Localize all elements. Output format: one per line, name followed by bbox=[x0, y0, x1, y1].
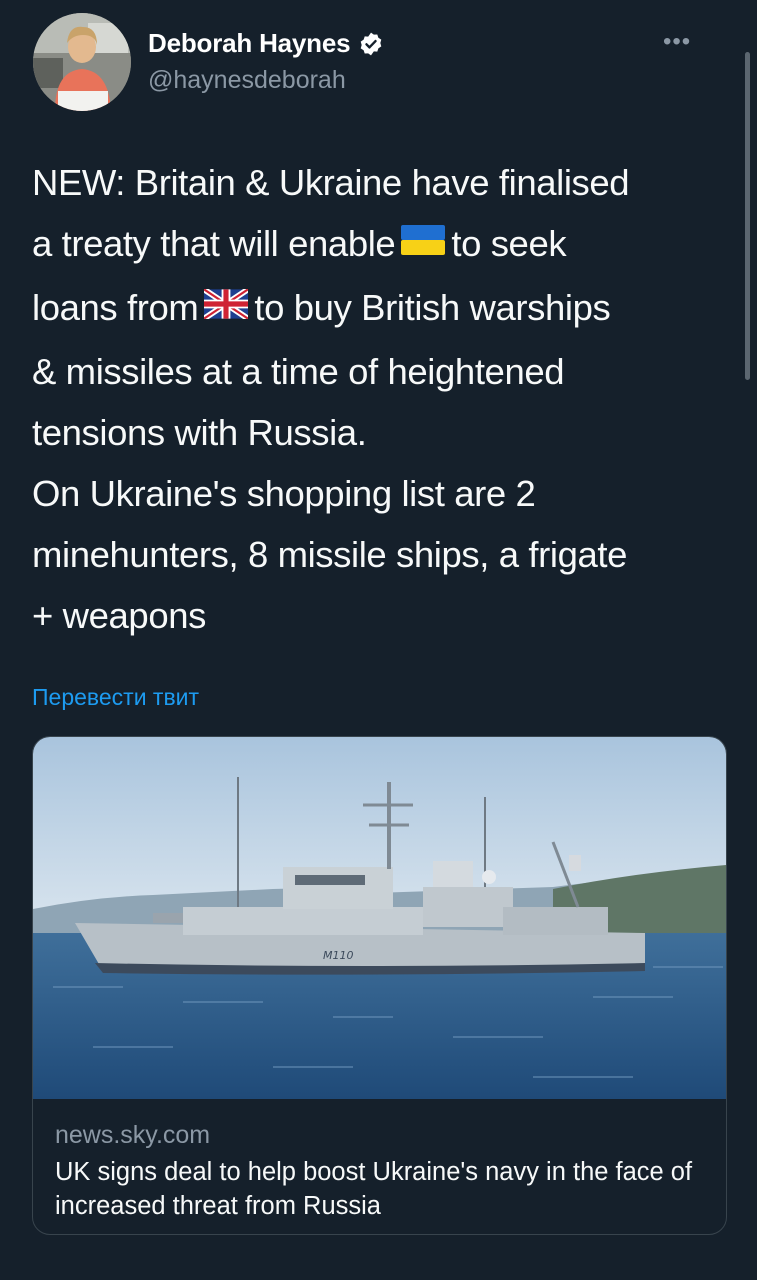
more-options-icon[interactable]: ••• bbox=[663, 28, 691, 56]
card-image-warship: M110 bbox=[33, 737, 726, 1099]
link-preview-card[interactable]: M110 news.sky.com UK signs deal to help … bbox=[32, 736, 727, 1235]
tweet-line: loans from to buy British warships bbox=[32, 277, 732, 341]
tweet-line: On Ukraine's shopping list are 2 bbox=[32, 472, 536, 514]
ukraine-flag-icon bbox=[401, 212, 446, 273]
tweet-line: + weapons bbox=[32, 594, 206, 636]
tweet-line: tensions with Russia. bbox=[32, 411, 367, 453]
avatar[interactable] bbox=[33, 13, 131, 111]
author-display-name[interactable]: Deborah Haynes bbox=[148, 28, 351, 59]
hull-number: M110 bbox=[323, 949, 354, 962]
translate-tweet-link[interactable]: Перевести твит bbox=[32, 684, 199, 711]
scrollbar[interactable] bbox=[745, 52, 750, 380]
tweet-line: minehunters, 8 missile ships, a frigate bbox=[32, 533, 628, 575]
uk-flag-icon bbox=[202, 276, 251, 337]
author-name-row[interactable]: Deborah Haynes bbox=[148, 28, 384, 59]
card-domain: news.sky.com bbox=[55, 1121, 211, 1149]
tweet-line: NEW: Britain & Ukraine have finalised bbox=[32, 162, 630, 203]
tweet-line: a treaty that will enable to seek bbox=[32, 213, 732, 277]
tweet-line: & missiles at a time of heightened bbox=[32, 350, 565, 392]
author-handle[interactable]: @haynesdeborah bbox=[148, 66, 346, 95]
tweet-text: NEW: Britain & Ukraine have finalised a … bbox=[32, 152, 732, 646]
verified-badge-icon bbox=[358, 31, 384, 57]
card-title[interactable]: UK signs deal to help boost Ukraine's na… bbox=[55, 1155, 705, 1223]
